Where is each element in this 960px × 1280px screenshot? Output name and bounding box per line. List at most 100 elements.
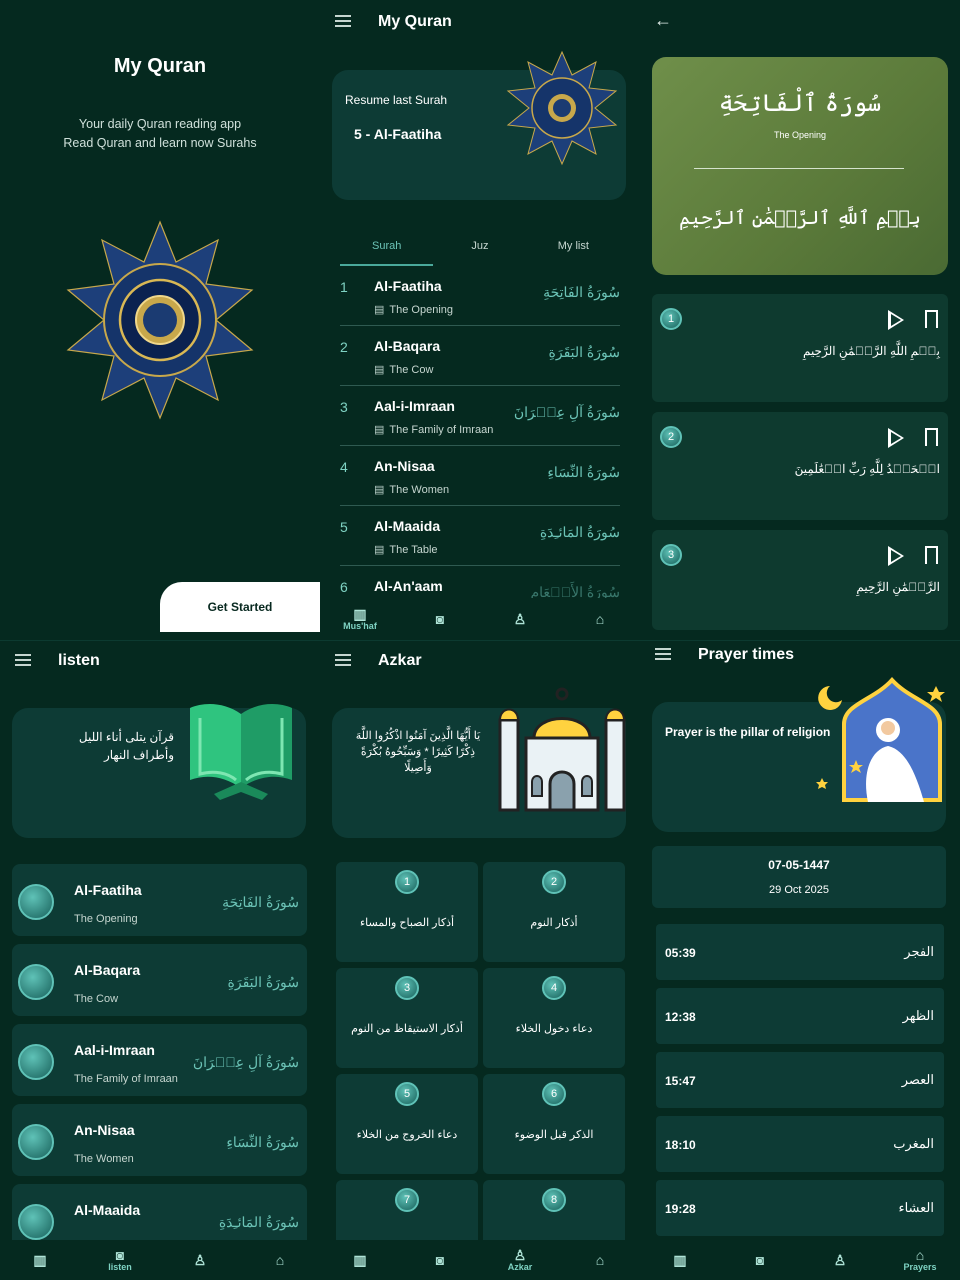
open-book-icon bbox=[190, 704, 292, 800]
azkar-item[interactable]: 2 أذكار النوم bbox=[483, 862, 625, 962]
nav-azkar[interactable]: ♙ bbox=[490, 612, 550, 626]
listen-row[interactable]: Al-Faatiha The Opening سُورَةُ الفَاتِحَةِ bbox=[12, 864, 307, 936]
surah-row[interactable]: 1 Al-Faatiha The Opening سُورَةُ الفَاتِحَة… bbox=[340, 266, 620, 326]
menu-icon[interactable] bbox=[15, 654, 31, 666]
play-icon[interactable] bbox=[18, 1044, 54, 1080]
nav-listen[interactable]: ◙ bbox=[730, 1253, 790, 1267]
menu-icon[interactable] bbox=[655, 648, 671, 660]
play-icon[interactable] bbox=[18, 1204, 54, 1240]
azkar-number: 5 bbox=[395, 1082, 419, 1106]
prayer-person-icon: ♙ bbox=[513, 611, 527, 627]
play-icon[interactable] bbox=[18, 1124, 54, 1160]
nav-mushaf[interactable]: ▥ Mus'haf bbox=[330, 607, 390, 631]
prayer-name: العشاء bbox=[898, 1200, 934, 1215]
nav-azkar[interactable]: ♙ bbox=[810, 1253, 870, 1267]
azkar-item[interactable]: 4 دعاء دخول الخلاء bbox=[483, 968, 625, 1068]
listen-row[interactable]: An-Nisaa The Women سُورَةُ النِّسَاءِ bbox=[12, 1104, 307, 1176]
surah-arabic: سُورَةُ المَائـِدَةِ bbox=[539, 524, 620, 540]
surah-translation: The Opening bbox=[374, 303, 453, 316]
surah-arabic: سُورَةُ البَقَرَةِ bbox=[548, 344, 620, 360]
bottom-nav: ▥ ◙ listen ♙ ⌂ bbox=[0, 1240, 320, 1280]
surah-name: Al-Faatiha bbox=[74, 882, 142, 898]
nav-azkar-label: Azkar bbox=[507, 1262, 533, 1272]
surah-arabic: سُورَةُ النِّسَاءِ bbox=[226, 1134, 299, 1150]
play-icon[interactable] bbox=[888, 310, 904, 330]
azkar-item[interactable]: 5 دعاء الخروج من الخلاء bbox=[336, 1074, 478, 1174]
divider bbox=[694, 168, 904, 169]
nav-listen[interactable]: ◙ listen bbox=[90, 1248, 150, 1272]
azkar-item[interactable]: 1 أذكار الصباح والمساء bbox=[336, 862, 478, 962]
nav-prayers[interactable]: ⌂ bbox=[250, 1253, 310, 1267]
surah-english-title: The Opening bbox=[773, 130, 827, 140]
home-screen: My Quran Resume last Surah 5 - Al-Faatih… bbox=[320, 0, 640, 640]
azkar-item[interactable]: 3 أذكار الاستيقاظ من النوم bbox=[336, 968, 478, 1068]
surah-translation: The Family of Imraan bbox=[374, 423, 493, 436]
nav-prayers[interactable]: ⌂ bbox=[570, 612, 630, 626]
play-icon[interactable] bbox=[888, 428, 904, 448]
surah-name: Al-Faatiha bbox=[374, 278, 442, 294]
nav-mushaf[interactable]: ▥ bbox=[650, 1253, 710, 1267]
menu-icon[interactable] bbox=[335, 654, 351, 666]
nav-azkar[interactable]: ♙ bbox=[170, 1253, 230, 1267]
tab-surah[interactable]: Surah bbox=[340, 232, 434, 266]
ayah-text: بِسۡمِ اللَّهِ الرَّحۡمَٰنِ الرَّحِيمِ bbox=[802, 344, 940, 358]
listen-row[interactable]: Aal-i-Imraan The Family of Imraan سُورَةُ … bbox=[12, 1024, 307, 1096]
surah-translation: The Women bbox=[74, 1153, 134, 1165]
surah-arabic: سُورَةُ آلِ عِمۡرَانَ bbox=[513, 404, 620, 420]
surah-translation: The Family of Imraan bbox=[74, 1073, 178, 1085]
bookmark-icon[interactable] bbox=[925, 428, 938, 446]
nav-prayers[interactable]: ⌂ Prayers bbox=[890, 1248, 950, 1272]
bottom-nav: ▥ ◙ ♙ ⌂ Prayers bbox=[640, 1240, 960, 1280]
surah-number: 5 bbox=[340, 519, 348, 535]
tab-my-list[interactable]: My list bbox=[527, 232, 620, 266]
surah-header-card: سُورَةُ ٱلْفَاتِحَةِ The Opening بِسۡمِ … bbox=[652, 57, 948, 275]
nav-listen[interactable]: ◙ bbox=[410, 612, 470, 626]
surah-arabic: سُورَةُ المَائـِدَةِ bbox=[218, 1214, 299, 1230]
get-started-button[interactable]: Get Started bbox=[160, 582, 320, 632]
nav-listen[interactable]: ◙ bbox=[410, 1253, 470, 1267]
book-icon: ▥ bbox=[353, 606, 367, 622]
ayah-card: 1 بِسۡمِ اللَّهِ الرَّحۡمَٰنِ الرَّحِيمِ bbox=[652, 294, 948, 402]
ayah-text: الۡحَمۡدُ لِلَّهِ رَبِّ الۡعَٰلَمِينَ bbox=[794, 462, 940, 476]
bottom-nav: ▥ Mus'haf ◙ ♙ ⌂ bbox=[320, 598, 640, 640]
prayer-name: العصر bbox=[901, 1072, 934, 1087]
azkar-number: 4 bbox=[542, 976, 566, 1000]
surah-row[interactable]: 3 Aal-i-Imraan The Family of Imraan سُورَةُ… bbox=[340, 386, 620, 446]
mosque-icon: ⌂ bbox=[275, 1252, 285, 1268]
surah-name: Al-Baqara bbox=[374, 338, 441, 354]
book-icon: ▥ bbox=[673, 1252, 687, 1268]
surah-translation: The Table bbox=[374, 543, 437, 556]
tab-juz[interactable]: Juz bbox=[433, 232, 526, 266]
back-arrow-icon[interactable]: ← bbox=[654, 10, 672, 31]
menu-icon[interactable] bbox=[335, 15, 351, 27]
nav-mushaf[interactable]: ▥ bbox=[330, 1253, 390, 1267]
quran-emblem-icon bbox=[66, 220, 254, 420]
resume-card[interactable]: Resume last Surah 5 - Al-Faatiha bbox=[332, 50, 626, 200]
surah-row[interactable]: 2 Al-Baqara The Cow سُورَةُ البَقَرَةِ bbox=[340, 326, 620, 386]
radio-icon: ◙ bbox=[435, 611, 445, 627]
bookmark-icon[interactable] bbox=[925, 546, 938, 564]
play-icon[interactable] bbox=[888, 546, 904, 566]
nav-prayers[interactable]: ⌂ bbox=[570, 1253, 630, 1267]
nav-mushaf[interactable]: ▥ bbox=[10, 1253, 70, 1267]
mosque-icon: ⌂ bbox=[915, 1247, 925, 1263]
bookmark-icon[interactable] bbox=[925, 310, 938, 328]
play-icon[interactable] bbox=[18, 884, 54, 920]
ayah-card: 3 الرَّحۡمَٰنِ الرَّحِيمِ bbox=[652, 530, 948, 630]
play-icon[interactable] bbox=[18, 964, 54, 1000]
azkar-number: 6 bbox=[542, 1082, 566, 1106]
surah-name: Al-Baqara bbox=[74, 962, 141, 978]
nav-azkar[interactable]: ♙ Azkar bbox=[490, 1248, 550, 1272]
surah-row[interactable]: 4 An-Nisaa The Women سُورَةُ النِّسَاءِ bbox=[340, 446, 620, 506]
prayer-row: 05:39 الفجر bbox=[656, 924, 944, 980]
azkar-item[interactable]: 6 الذكر قبل الوضوء bbox=[483, 1074, 625, 1174]
radio-icon: ◙ bbox=[755, 1252, 765, 1268]
azkar-number: 2 bbox=[542, 870, 566, 894]
azkar-title: أذكار الصباح والمساء bbox=[359, 917, 455, 929]
surah-row[interactable]: 5 Al-Maaida The Table سُورَةُ المَائـِدَةِ bbox=[340, 506, 620, 566]
listen-row[interactable]: Al-Baqara The Cow سُورَةُ البَقَرَةِ bbox=[12, 944, 307, 1016]
ayah-card: 2 الۡحَمۡدُ لِلَّهِ رَبِّ الۡعَٰلَمِينَ bbox=[652, 412, 948, 520]
prayer-times-screen: Prayer times Prayer is the pillar of rel… bbox=[640, 640, 960, 1280]
app-title: My Quran bbox=[113, 55, 207, 77]
surah-translation: The Opening bbox=[74, 913, 138, 925]
